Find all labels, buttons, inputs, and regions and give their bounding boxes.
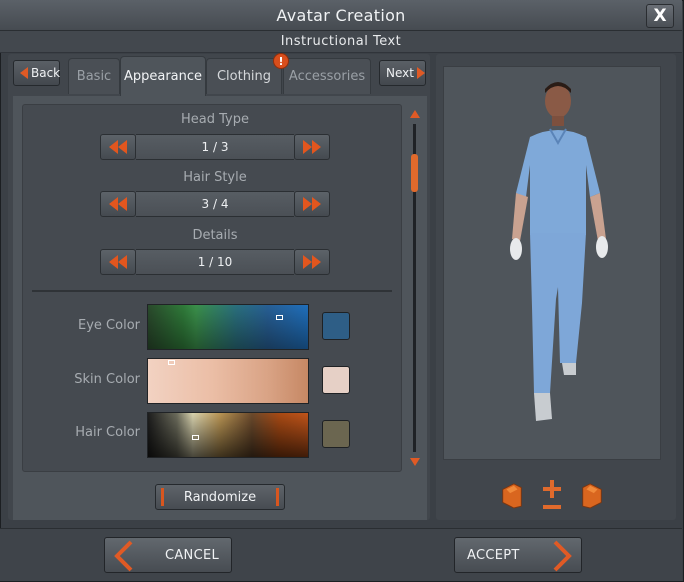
window-title: Avatar Creation: [276, 5, 406, 25]
details-selector: 1 / 10: [100, 249, 330, 275]
back-label: Back: [31, 66, 61, 80]
scroll-thumb[interactable]: [411, 154, 418, 192]
rotate-right-icon: [582, 483, 602, 509]
tab-accessories[interactable]: Accessories: [283, 58, 371, 94]
hair-style-value: 3 / 4: [136, 191, 294, 217]
hair-style-label: Hair Style: [183, 170, 247, 185]
eye-color-palette[interactable]: [147, 304, 309, 350]
scroll-down-icon[interactable]: [410, 458, 420, 466]
details-next-button[interactable]: [294, 249, 330, 275]
skin-color-palette[interactable]: [147, 358, 309, 404]
section-divider: [32, 290, 392, 292]
avatar-preview[interactable]: [443, 66, 661, 460]
palette-selector[interactable]: [276, 315, 283, 320]
back-button[interactable]: Back: [13, 60, 60, 86]
double-arrow-right-icon: [303, 197, 321, 211]
instruction-text: Instructional Text: [0, 31, 682, 53]
head-type-label: Head Type: [181, 112, 249, 127]
rotate-right-button[interactable]: [579, 480, 605, 510]
accept-button[interactable]: ACCEPT: [454, 537, 582, 573]
hair-color-swatch: [322, 420, 350, 448]
tab-basic-label: Basic: [76, 69, 112, 84]
head-type-prev-button[interactable]: [100, 134, 136, 160]
chevron-right-icon: [553, 540, 572, 572]
palette-selector[interactable]: [192, 435, 199, 440]
eye-color-swatch: [322, 312, 350, 340]
tab-appearance-label: Appearance: [123, 69, 203, 84]
zoom-button[interactable]: [539, 480, 565, 510]
tab-accessories-label: Accessories: [288, 69, 366, 84]
double-arrow-left-icon: [109, 255, 127, 269]
double-arrow-right-icon: [303, 255, 321, 269]
details-label: Details: [192, 228, 238, 243]
tab-basic[interactable]: Basic: [68, 58, 120, 94]
tab-bar: Back Basic Appearance Clothing Accessori…: [13, 56, 427, 96]
tab-appearance[interactable]: Appearance: [120, 56, 206, 96]
cancel-label: CANCEL: [164, 547, 219, 563]
avatar-figure: [510, 82, 608, 421]
hair-style-selector: 3 / 4: [100, 191, 330, 217]
double-arrow-left-icon: [109, 140, 127, 154]
randomize-button[interactable]: Randomize: [155, 484, 285, 510]
double-arrow-right-icon: [303, 140, 321, 154]
hair-style-next-button[interactable]: [294, 191, 330, 217]
rotate-left-icon: [502, 483, 522, 509]
eye-color-label: Eye Color: [78, 318, 140, 333]
rotate-left-button[interactable]: [499, 480, 525, 510]
scroll-up-icon[interactable]: [410, 110, 420, 118]
tab-clothing-label: Clothing: [216, 69, 272, 84]
tab-clothing[interactable]: Clothing: [206, 58, 282, 94]
accept-label: ACCEPT: [467, 547, 520, 563]
details-prev-button[interactable]: [100, 249, 136, 275]
zoom-icon: [543, 480, 561, 509]
chevron-left-icon: [114, 540, 133, 572]
cancel-button[interactable]: CANCEL: [104, 537, 232, 573]
vertical-scrollbar[interactable]: [410, 110, 420, 466]
hair-color-palette[interactable]: [147, 412, 309, 458]
next-label: Next: [386, 66, 414, 80]
skin-color-swatch: [322, 366, 350, 394]
hair-color-label: Hair Color: [75, 425, 140, 440]
next-button[interactable]: Next: [379, 60, 426, 86]
head-type-value: 1 / 3: [136, 134, 294, 160]
hair-style-prev-button[interactable]: [100, 191, 136, 217]
close-icon: X: [653, 6, 667, 26]
details-value: 1 / 10: [136, 249, 294, 275]
back-arrow-icon: [20, 67, 28, 79]
double-arrow-left-icon: [109, 197, 127, 211]
head-type-selector: 1 / 3: [100, 134, 330, 160]
title-bar: Avatar Creation X: [0, 0, 682, 31]
next-arrow-icon: [416, 67, 425, 79]
palette-selector[interactable]: [168, 360, 175, 365]
alert-icon: !: [273, 53, 289, 69]
head-type-next-button[interactable]: [294, 134, 330, 160]
skin-color-label: Skin Color: [74, 372, 140, 387]
avatar-controls: [438, 472, 666, 518]
close-button[interactable]: X: [646, 4, 674, 28]
